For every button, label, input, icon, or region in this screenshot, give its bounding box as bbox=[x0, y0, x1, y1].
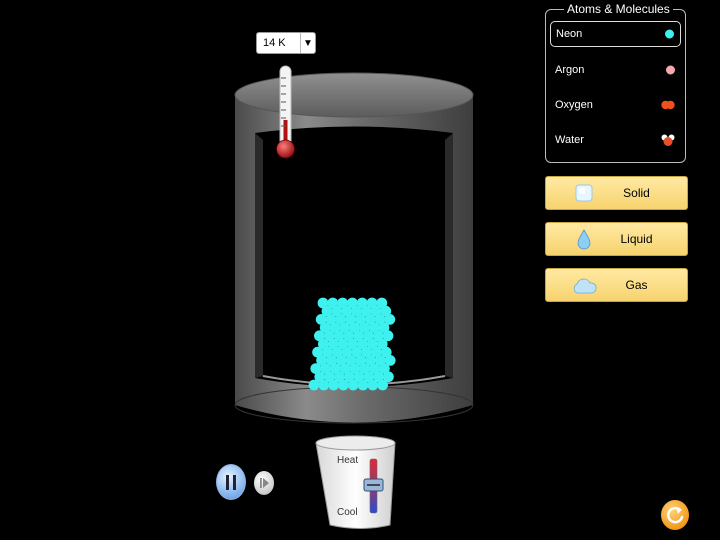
argon-atom-icon bbox=[666, 65, 675, 75]
atom-option-label: Water bbox=[555, 134, 584, 146]
atom-option-label: Argon bbox=[555, 64, 585, 76]
pause-button[interactable] bbox=[216, 464, 246, 500]
neon-particle bbox=[337, 297, 348, 309]
temperature-value: 14 K bbox=[263, 37, 286, 49]
water-molecule-icon bbox=[661, 134, 675, 146]
oxygen-molecule-icon bbox=[661, 100, 675, 110]
neon-particle bbox=[317, 297, 329, 309]
solid-button[interactable]: Solid bbox=[545, 176, 688, 210]
heat-cool-slider[interactable] bbox=[363, 478, 384, 492]
atoms-panel-title: Atoms & Molecules bbox=[564, 2, 673, 16]
solid-label: Solid bbox=[623, 186, 650, 200]
gas-button[interactable]: Gas bbox=[545, 268, 688, 302]
neon-particle bbox=[356, 297, 368, 309]
neon-particle bbox=[347, 297, 358, 309]
neon-particle bbox=[366, 297, 378, 309]
liquid-button[interactable]: Liquid bbox=[545, 222, 688, 256]
step-button[interactable] bbox=[254, 471, 274, 495]
atom-option-argon[interactable]: Argon bbox=[550, 57, 681, 83]
neon-particle bbox=[327, 297, 339, 309]
neon-atom-icon bbox=[665, 29, 674, 39]
step-icon bbox=[260, 478, 269, 488]
atom-option-oxygen[interactable]: Oxygen bbox=[550, 92, 681, 118]
atoms-molecules-panel: Atoms & Molecules Neon Argon Oxygen Wate… bbox=[545, 2, 686, 163]
neon-particle bbox=[376, 297, 388, 309]
temperature-readout[interactable]: 14 K ▼ bbox=[256, 32, 316, 54]
heat-label: Heat bbox=[337, 455, 359, 466]
neon-particle-cluster bbox=[308, 297, 396, 391]
atom-option-neon[interactable]: Neon bbox=[550, 21, 681, 47]
liquid-label: Liquid bbox=[620, 232, 653, 246]
atom-option-label: Oxygen bbox=[555, 99, 593, 111]
reset-icon bbox=[667, 507, 684, 524]
reset-button[interactable] bbox=[661, 500, 689, 530]
atom-option-water[interactable]: Water bbox=[550, 127, 681, 153]
chevron-down-icon[interactable]: ▼ bbox=[300, 33, 315, 53]
atom-option-label: Neon bbox=[556, 28, 583, 40]
cool-label: Cool bbox=[337, 507, 358, 518]
gas-label: Gas bbox=[625, 278, 648, 292]
